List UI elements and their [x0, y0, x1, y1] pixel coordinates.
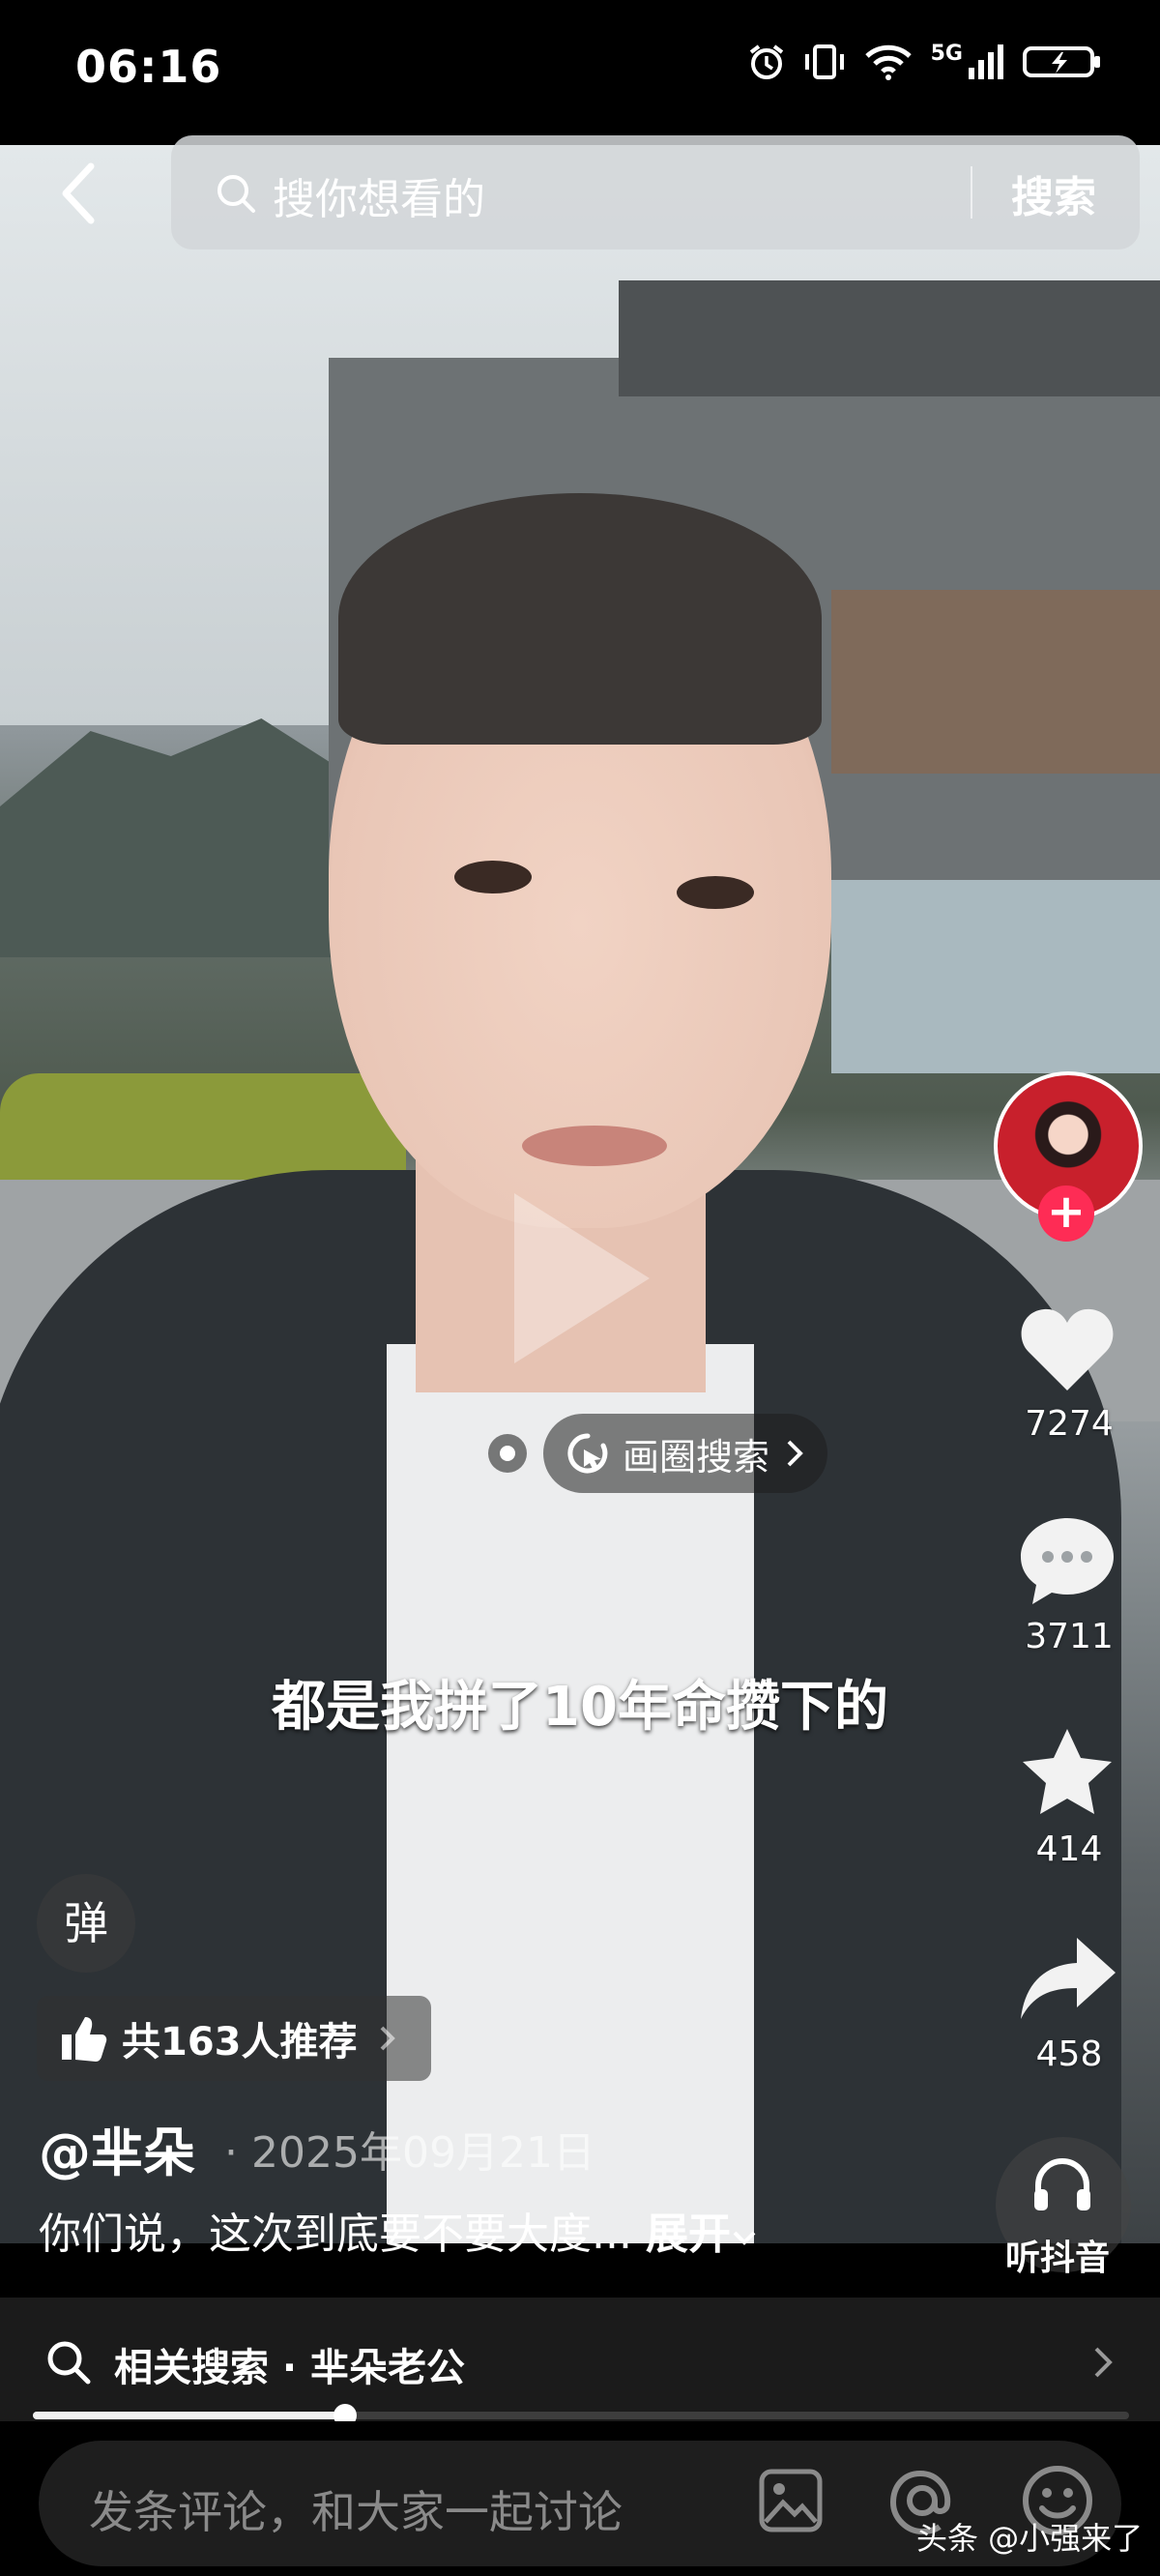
- building-upper-windows: [831, 590, 1160, 774]
- person-left-eye: [454, 861, 532, 893]
- back-icon[interactable]: [48, 155, 116, 232]
- search-placeholder: 搜你想看的: [273, 175, 485, 224]
- chevron-right-icon: [787, 1440, 803, 1467]
- recommend-label: 共163人推荐: [122, 2020, 358, 2064]
- person-mouth: [522, 1126, 667, 1166]
- network-type: 5G: [930, 41, 963, 66]
- listen-label[interactable]: 听抖音: [1005, 2230, 1110, 2280]
- search-icon: [47, 2341, 91, 2385]
- follow-button[interactable]: +: [1038, 1186, 1094, 1242]
- battery-icon: [1023, 46, 1100, 77]
- status-icons: 5G: [747, 41, 1102, 81]
- circle-search-button[interactable]: 画圈搜索: [543, 1414, 827, 1493]
- comment-placeholder: 发条评论，和大家一起讨论: [89, 2486, 623, 2538]
- signal-icon: [969, 44, 1003, 79]
- wifi-icon: [864, 44, 912, 80]
- caption-text: 你们说，这次到底要不要大度...: [39, 2210, 632, 2259]
- expand-caption-button[interactable]: 展开: [646, 2210, 731, 2259]
- comment-icon[interactable]: [1017, 1512, 1117, 1609]
- thumbs-up-icon: [62, 2017, 107, 2062]
- headphones-icon: [1034, 2158, 1090, 2210]
- circle-search-label: 画圈搜索: [623, 1435, 770, 1478]
- watermark: 头条 @小强来了: [916, 2520, 1144, 2557]
- post-caption[interactable]: 你们说，这次到底要不要大度... 展开: [39, 2199, 758, 2261]
- like-count: 7274: [1025, 1404, 1114, 1444]
- comment-count: 3711: [1025, 1617, 1114, 1656]
- danmu-toggle[interactable]: 弹: [37, 1874, 135, 1973]
- chevron-right-icon: [1094, 2347, 1113, 2378]
- person-right-eye: [677, 876, 754, 909]
- search-divider: [971, 166, 972, 219]
- building-roof: [619, 280, 1160, 396]
- status-time: 06:16: [75, 41, 222, 93]
- video-progress-fill: [33, 2412, 346, 2419]
- image-icon[interactable]: [758, 2468, 824, 2533]
- share-count: 458: [1035, 2034, 1103, 2074]
- search-icon: [218, 175, 255, 213]
- search-button[interactable]: 搜索: [1011, 162, 1096, 224]
- favorite-count: 414: [1035, 1830, 1103, 1869]
- building-windows: [831, 880, 1160, 1073]
- related-search-label: 相关搜索 · 芈朵老公: [114, 2346, 466, 2390]
- like-icon[interactable]: [1019, 1303, 1116, 1392]
- alarm-icon: [749, 44, 783, 79]
- person-hair: [338, 493, 822, 745]
- post-date-text: 2025年09月21日: [250, 2128, 595, 2178]
- share-icon[interactable]: [1017, 1934, 1119, 2023]
- play-icon[interactable]: [495, 1182, 659, 1375]
- recommend-chip[interactable]: 共163人推荐: [37, 1996, 431, 2081]
- hand-circle-icon: [567, 1433, 608, 1474]
- video-subtitle: 都是我拼了10年命攒下的: [272, 1676, 888, 1739]
- chevron-down-icon: [733, 2231, 756, 2245]
- circle-search-dot: [488, 1434, 527, 1473]
- chevron-right-icon: [380, 2026, 395, 2051]
- author-name[interactable]: @芈朵: [39, 2110, 195, 2186]
- post-date: · 2025年09月21日: [224, 2128, 595, 2178]
- vibrate-icon: [804, 44, 844, 79]
